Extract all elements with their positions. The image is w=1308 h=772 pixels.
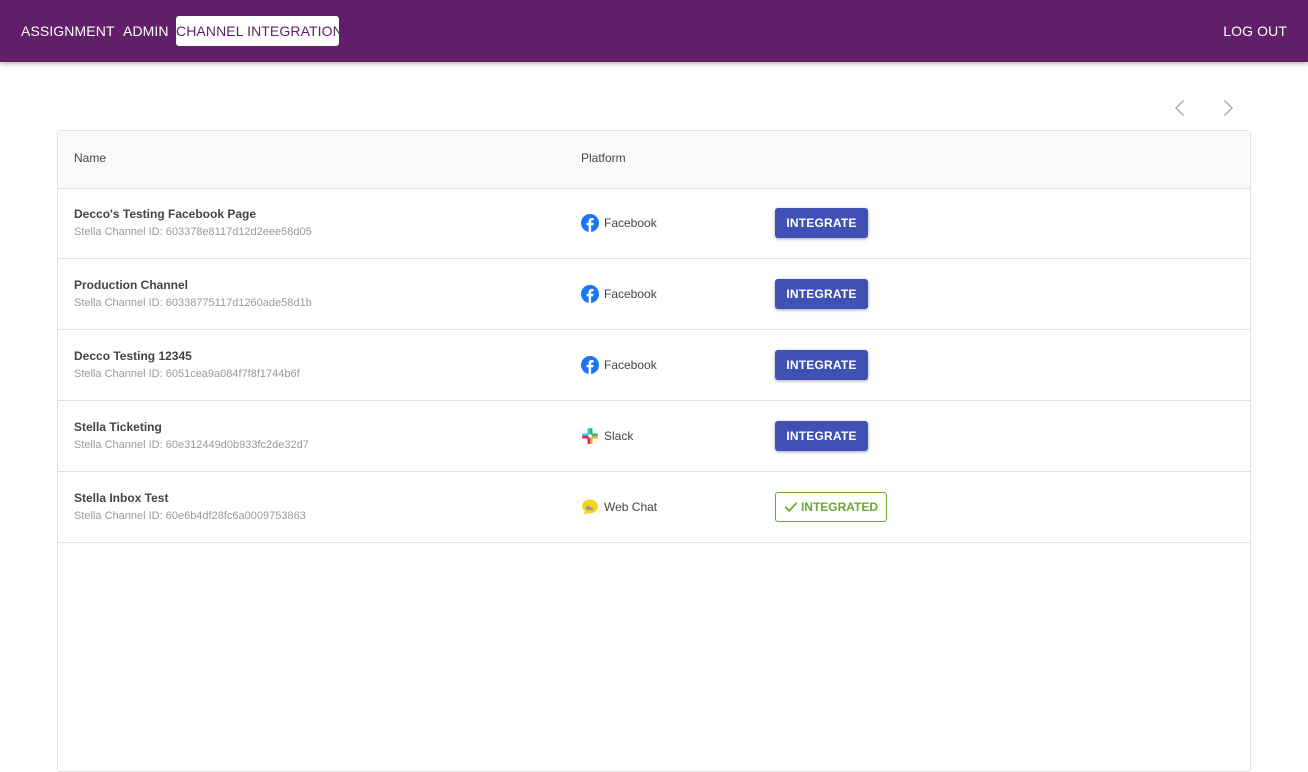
top-app-bar: ASSIGNMENT ADMIN CHANNEL INTEGRATION LOG… xyxy=(0,0,1308,62)
table-row: Stella Inbox Test Stella Channel ID: 60e… xyxy=(58,472,1250,543)
chevron-right-icon xyxy=(1224,100,1233,116)
integrate-button[interactable]: INTEGRATE xyxy=(775,350,868,380)
platform-cell: Facebook xyxy=(581,285,657,303)
table-row: Decco Testing 12345 Stella Channel ID: 6… xyxy=(58,330,1250,401)
integrate-button[interactable]: INTEGRATE xyxy=(775,279,868,309)
integrate-button[interactable]: INTEGRATE xyxy=(775,208,868,238)
facebook-icon xyxy=(581,356,599,374)
column-header-name: Name xyxy=(74,151,107,165)
table-header: Name Platform xyxy=(58,131,1250,189)
logout-button[interactable]: LOG OUT xyxy=(1223,16,1287,46)
nav-assignment[interactable]: ASSIGNMENT xyxy=(21,16,115,46)
checkmark-icon xyxy=(784,500,798,514)
table-body: Decco's Testing Facebook Page Stella Cha… xyxy=(58,188,1250,543)
previous-page-button[interactable] xyxy=(1168,96,1192,120)
nav-channel-integration[interactable]: CHANNEL INTEGRATION xyxy=(176,16,343,46)
slack-icon xyxy=(581,427,599,445)
chevron-left-icon xyxy=(1175,100,1184,116)
nav-admin[interactable]: ADMIN xyxy=(123,16,169,46)
channel-name: Stella Inbox Test xyxy=(74,491,169,505)
channel-id: Stella Channel ID: 60338775117d1260ade58… xyxy=(74,297,312,309)
channel-name: Decco's Testing Facebook Page xyxy=(74,207,257,221)
web-chat-icon xyxy=(581,498,599,516)
table-row: Production Channel Stella Channel ID: 60… xyxy=(58,259,1250,330)
platform-label: Slack xyxy=(604,429,634,443)
channel-id: Stella Channel ID: 60e312449d0b933fc2de3… xyxy=(74,439,309,451)
column-header-platform: Platform xyxy=(581,151,626,165)
next-page-button[interactable] xyxy=(1216,96,1240,120)
platform-label: Facebook xyxy=(604,358,657,372)
channel-id: Stella Channel ID: 60e6b4df28fc6a0009753… xyxy=(74,510,306,522)
platform-cell: Facebook xyxy=(581,356,657,374)
channel-id: Stella Channel ID: 603378e8117d12d2eee58… xyxy=(74,226,312,238)
facebook-icon xyxy=(581,214,599,232)
integrated-status-badge: INTEGRATED xyxy=(775,492,887,522)
platform-label: Web Chat xyxy=(604,500,658,514)
channels-table: Name Platform Decco's Testing Facebook P… xyxy=(57,130,1251,772)
platform-cell: Web Chat xyxy=(581,498,657,516)
platform-label: Facebook xyxy=(604,287,657,301)
platform-cell: Facebook xyxy=(581,214,657,232)
integrated-label: INTEGRATED xyxy=(800,500,879,514)
table-row: Stella Ticketing Stella Channel ID: 60e3… xyxy=(58,401,1250,472)
facebook-icon xyxy=(581,285,599,303)
integrate-button[interactable]: INTEGRATE xyxy=(775,421,868,451)
platform-cell: Slack xyxy=(581,427,633,445)
platform-label: Facebook xyxy=(604,216,657,230)
channel-name: Production Channel xyxy=(74,278,188,292)
channel-name: Stella Ticketing xyxy=(74,420,162,434)
table-row: Decco's Testing Facebook Page Stella Cha… xyxy=(58,188,1250,259)
channel-id: Stella Channel ID: 6051cea9a084f7f8f1744… xyxy=(74,368,300,380)
channel-name: Decco Testing 12345 xyxy=(74,349,192,363)
